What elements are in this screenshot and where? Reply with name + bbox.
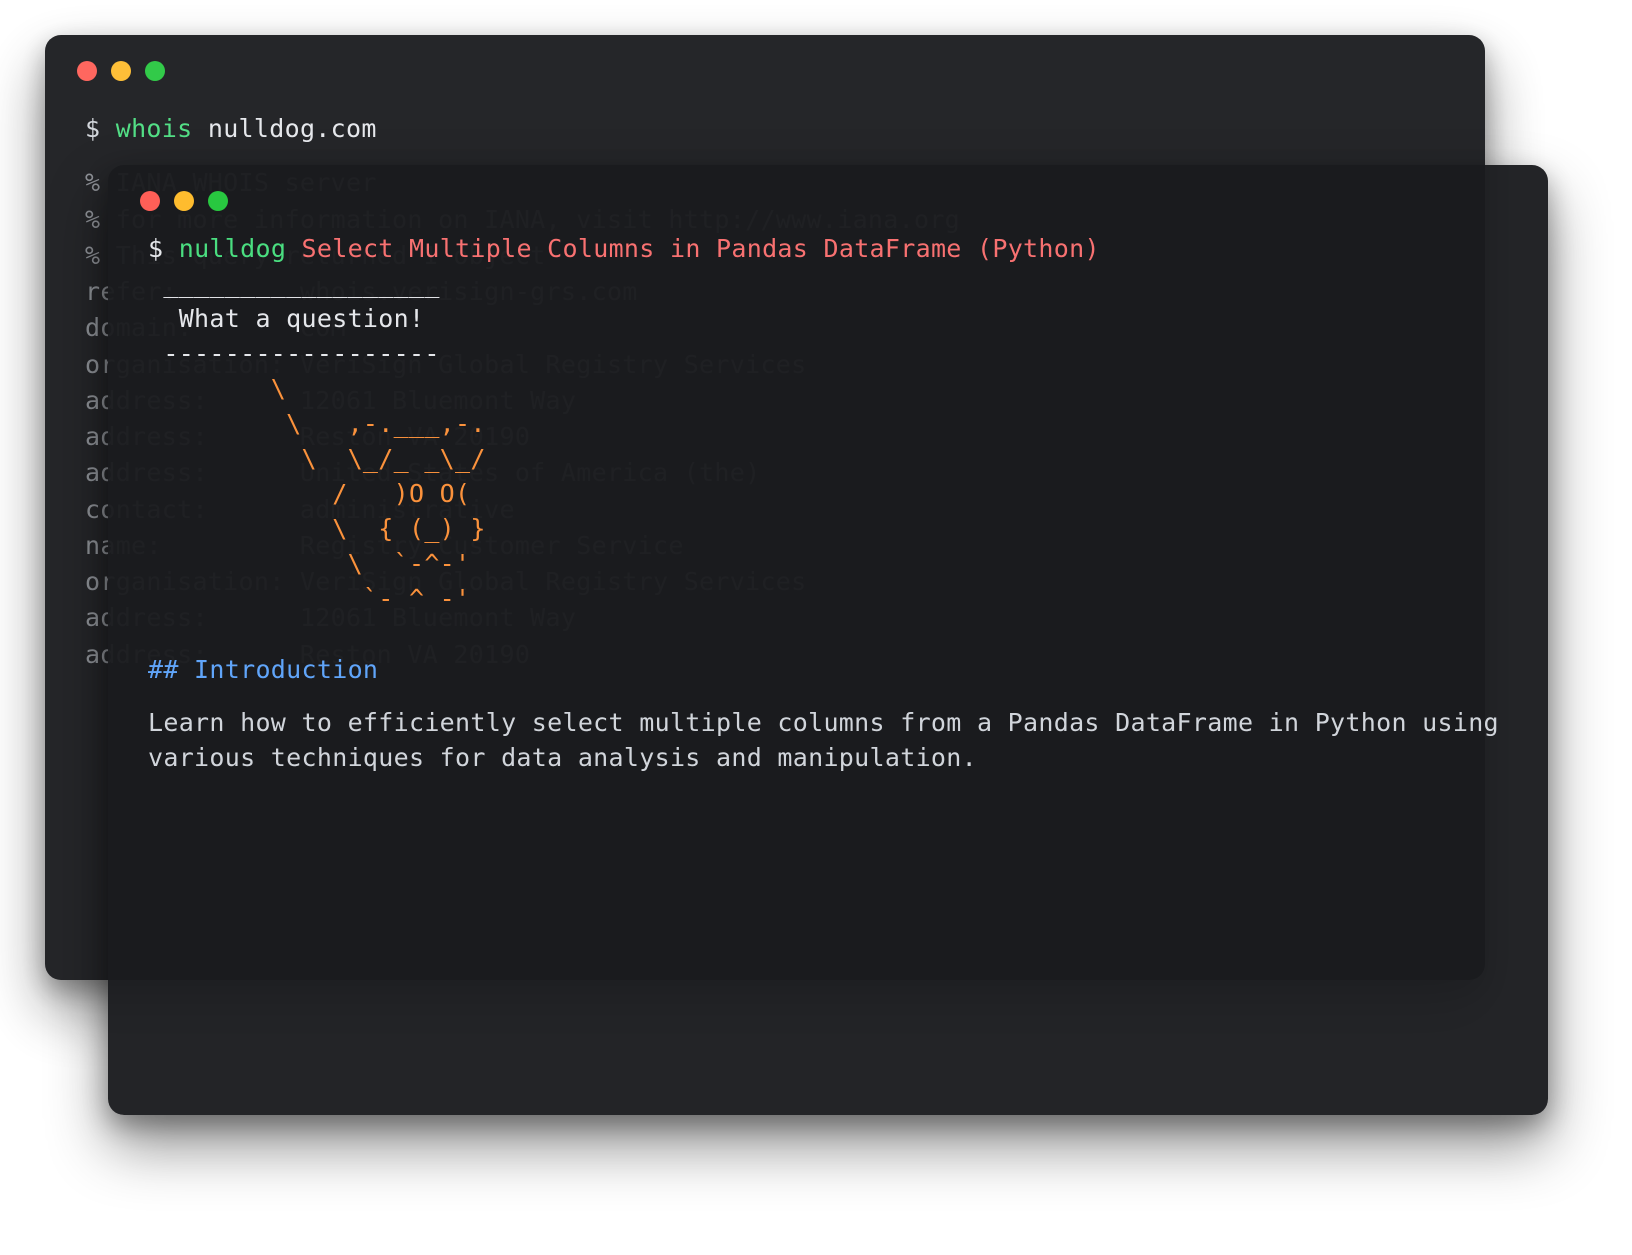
body-text: Learn how to efficiently select multiple… — [148, 705, 1508, 775]
prompt-symbol: $ — [85, 114, 100, 143]
maximize-icon[interactable] — [145, 61, 165, 81]
maximize-icon[interactable] — [208, 191, 228, 211]
terminal-content-front: $ nulldog Select Multiple Columns in Pan… — [108, 211, 1548, 815]
command-name: nulldog — [179, 234, 286, 263]
markdown-heading: ## Introduction — [148, 652, 1508, 687]
command-arg: Select Multiple Columns in Pandas DataFr… — [302, 234, 1100, 263]
command-line-back: $ whois nulldog.com — [85, 111, 1445, 147]
speech-bubble-text: What a question! — [148, 301, 1508, 336]
command-name: whois — [116, 114, 193, 143]
command-line-front: $ nulldog Select Multiple Columns in Pan… — [148, 231, 1508, 266]
minimize-icon[interactable] — [174, 191, 194, 211]
cow-ascii-art: \ \ ,-.___,-. \ \_/_ _\_/ / )O O( \ { (_… — [148, 371, 1508, 616]
prompt-symbol: $ — [148, 234, 163, 263]
traffic-lights-back — [45, 35, 1485, 81]
close-icon[interactable] — [140, 191, 160, 211]
speech-bubble-top: __________________ — [148, 266, 1508, 301]
traffic-lights-front — [108, 165, 1548, 211]
speech-bubble-bottom: ------------------ — [148, 336, 1508, 371]
command-arg: nulldog.com — [208, 114, 377, 143]
close-icon[interactable] — [77, 61, 97, 81]
terminal-window-front: $ nulldog Select Multiple Columns in Pan… — [108, 165, 1548, 1115]
minimize-icon[interactable] — [111, 61, 131, 81]
